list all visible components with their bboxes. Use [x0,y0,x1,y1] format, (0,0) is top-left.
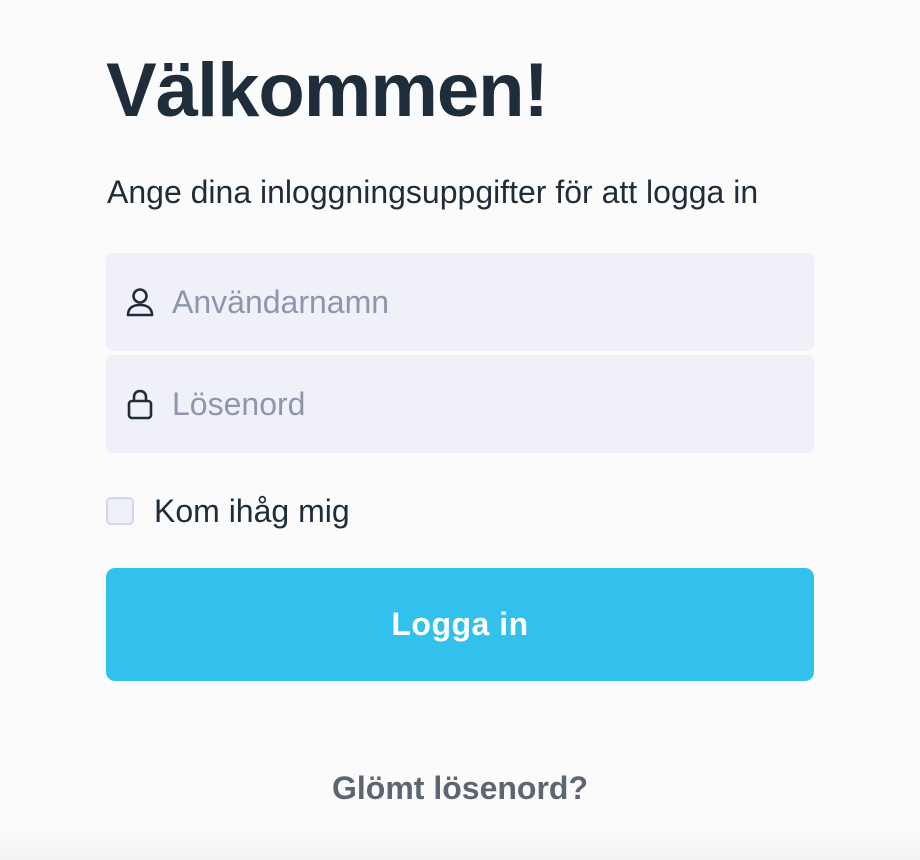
lock-icon [127,389,153,420]
page-subtitle: Ange dina inloggningsuppgifter för att l… [107,174,759,210]
username-field[interactable] [106,253,814,351]
page-title: Välkommen! [106,48,549,133]
bottom-fade [0,830,920,860]
password-input[interactable] [172,355,792,453]
remember-checkbox[interactable] [106,497,134,525]
forgot-password-link[interactable]: Glömt lösenord? [0,768,920,808]
username-input[interactable] [172,253,792,351]
login-button[interactable]: Logga in [106,568,814,681]
password-field[interactable] [106,355,814,453]
remember-label: Kom ihåg mig [154,493,350,529]
remember-me[interactable]: Kom ihåg mig [106,494,350,528]
login-screen: Välkommen! Ange dina inloggningsuppgifte… [0,0,920,860]
user-icon [126,288,154,317]
